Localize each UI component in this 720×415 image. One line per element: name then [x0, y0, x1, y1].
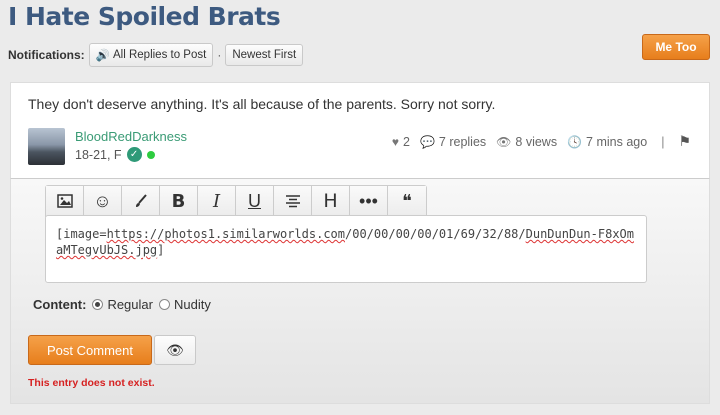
- post-comment-button[interactable]: Post Comment: [28, 335, 152, 365]
- megaphone-icon: 🔊: [95, 50, 110, 62]
- notification-separator: ·: [217, 48, 222, 62]
- image-icon[interactable]: [46, 186, 84, 216]
- likes-stat[interactable]: ♥ 2: [392, 135, 410, 149]
- reply-area: ☺ B I U H ••• ❝ [image=https://photos1.s…: [10, 178, 710, 404]
- post-stats: ♥ 2 💬 7 replies 👁 8 views 🕓 7 mins ago |…: [392, 133, 691, 150]
- smiley-icon[interactable]: ☺: [84, 186, 122, 216]
- align-center-icon[interactable]: [274, 186, 312, 216]
- regular-label: Regular: [107, 297, 153, 312]
- online-status-icon: [146, 150, 155, 159]
- preview-button[interactable]: 👁: [154, 335, 196, 365]
- nudity-label: Nudity: [173, 297, 211, 312]
- brush-icon[interactable]: [122, 186, 160, 216]
- stats-divider: |: [661, 134, 665, 149]
- quote-icon[interactable]: ❝: [388, 186, 426, 216]
- post-text: They don't deserve anything. It's all be…: [28, 96, 496, 112]
- post-time: 7 mins ago: [586, 134, 648, 149]
- underline-icon[interactable]: U: [236, 186, 274, 216]
- editor-url-host: https://photos1.similarworlds.com: [106, 227, 345, 241]
- comment-icon: 💬: [419, 134, 435, 149]
- notifications-row: Notifications: 🔊 All Replies to Post · N…: [8, 43, 304, 67]
- me-too-button[interactable]: Me Too: [642, 34, 710, 60]
- author-meta: 18-21, F ✓: [75, 147, 155, 162]
- notifications-label: Notifications:: [8, 48, 85, 62]
- error-message: This entry does not exist.: [28, 377, 155, 389]
- editor-url-path: /00/00/00/00/01/69/32/88/: [345, 227, 526, 241]
- bold-icon[interactable]: B: [160, 186, 198, 216]
- regular-radio[interactable]: [92, 299, 104, 310]
- avatar[interactable]: [28, 128, 65, 165]
- post-card: They don't deserve anything. It's all be…: [10, 82, 710, 178]
- eye-icon: 👁: [166, 341, 184, 358]
- flag-icon[interactable]: ⚑: [678, 133, 691, 150]
- verified-icon: ✓: [126, 147, 142, 162]
- author-age-gender: 18-21, F: [75, 147, 122, 162]
- all-replies-button[interactable]: 🔊 All Replies to Post: [88, 43, 214, 67]
- clock-icon: 🕓: [567, 134, 583, 149]
- newest-first-label: Newest First: [232, 49, 297, 61]
- views-stat: 👁 8 views: [496, 135, 557, 149]
- replies-count: 7 replies: [438, 134, 487, 149]
- comment-textarea[interactable]: [image=https://photos1.similarworlds.com…: [45, 215, 647, 283]
- more-icon[interactable]: •••: [350, 186, 388, 216]
- page-title: I Hate Spoiled Brats: [8, 2, 281, 31]
- content-nudity-option[interactable]: Nudity: [158, 297, 211, 312]
- heading-icon[interactable]: H: [312, 186, 350, 216]
- likes-count: 2: [403, 134, 410, 149]
- content-label: Content:: [33, 297, 87, 312]
- italic-icon[interactable]: I: [198, 186, 236, 216]
- author-name[interactable]: BloodRedDarkness: [75, 129, 187, 144]
- editor-suffix: ]: [157, 243, 165, 257]
- heart-icon: ♥: [391, 134, 399, 149]
- editor-toolbar: ☺ B I U H ••• ❝: [45, 185, 427, 217]
- eye-icon: 👁: [496, 134, 512, 149]
- editor-prefix: [image=: [56, 227, 107, 241]
- time-stat: 🕓 7 mins ago: [567, 135, 647, 149]
- all-replies-label: All Replies to Post: [113, 49, 207, 61]
- nudity-radio[interactable]: [158, 299, 170, 310]
- newest-first-button[interactable]: Newest First: [225, 44, 304, 66]
- views-count: 8 views: [515, 134, 558, 149]
- content-option-row: Content: Regular Nudity: [33, 297, 211, 312]
- content-regular-option[interactable]: Regular: [92, 297, 153, 312]
- replies-stat[interactable]: 💬 7 replies: [420, 135, 486, 149]
